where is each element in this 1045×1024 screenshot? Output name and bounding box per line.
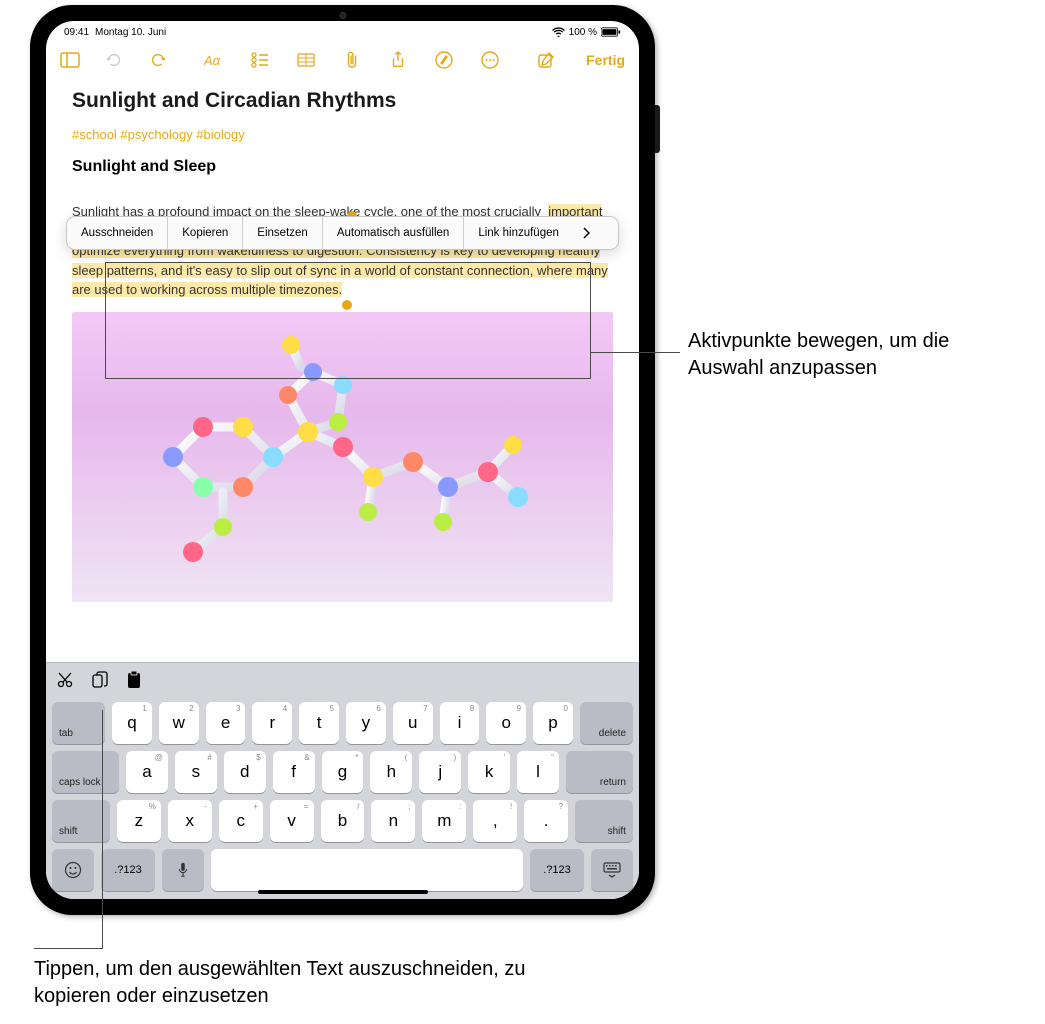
callout-line	[590, 352, 680, 353]
key-h[interactable]: (h	[370, 751, 412, 793]
key-q[interactable]: 1q	[112, 702, 152, 744]
key-,[interactable]: !,	[473, 800, 517, 842]
key-shift-right[interactable]: shift	[575, 800, 633, 842]
key-space[interactable]	[211, 849, 523, 891]
front-camera	[339, 12, 346, 19]
key-c[interactable]: +c	[219, 800, 263, 842]
key-symnum-left[interactable]: .?123	[101, 849, 155, 891]
key-tab[interactable]: tab	[52, 702, 105, 744]
svg-text:Aα: Aα	[204, 53, 221, 68]
key-b[interactable]: /b	[321, 800, 365, 842]
key-j[interactable]: )j	[419, 751, 461, 793]
home-indicator[interactable]	[258, 890, 428, 894]
note-content[interactable]: Sunlight and Circadian Rhythms #school #…	[46, 79, 639, 662]
compose-icon[interactable]	[536, 50, 556, 70]
key-delete[interactable]: delete	[580, 702, 633, 744]
more-icon[interactable]	[480, 50, 500, 70]
key-d[interactable]: $d	[224, 751, 266, 793]
wifi-icon	[552, 27, 565, 37]
battery-text: 100 %	[569, 27, 597, 38]
sidebar-icon[interactable]	[60, 50, 80, 70]
ipad-frame: 09:41 Montag 10. Juni 100 % Aα	[30, 5, 655, 915]
key-r[interactable]: 4r	[252, 702, 292, 744]
battery-icon	[601, 27, 621, 37]
keyboard: tab 1q2w3e4r5t6y7u8i9o0p delete caps loc…	[46, 696, 639, 899]
done-button[interactable]: Fertig	[586, 52, 625, 68]
key-.[interactable]: ?.	[524, 800, 568, 842]
redo-icon[interactable]	[148, 50, 168, 70]
context-autofill[interactable]: Automatisch ausfüllen	[323, 217, 465, 249]
context-more-arrow[interactable]	[573, 217, 599, 249]
status-date: Montag 10. Juni	[95, 27, 166, 38]
callout-line	[590, 262, 591, 378]
key-p[interactable]: 0p	[533, 702, 573, 744]
context-copy[interactable]: Kopieren	[168, 217, 243, 249]
status-time: 09:41	[64, 27, 89, 38]
key-l[interactable]: "l	[517, 751, 559, 793]
key-symnum-right[interactable]: .?123	[530, 849, 584, 891]
callout-line	[105, 262, 106, 378]
key-o[interactable]: 9o	[486, 702, 526, 744]
key-u[interactable]: 7u	[393, 702, 433, 744]
power-button	[655, 105, 660, 153]
callout-line	[34, 948, 103, 949]
context-paste[interactable]: Einsetzen	[243, 217, 323, 249]
status-bar: 09:41 Montag 10. Juni 100 %	[46, 21, 639, 41]
molecule-svg	[113, 327, 573, 587]
share-icon[interactable]	[388, 50, 408, 70]
key-f[interactable]: &f	[273, 751, 315, 793]
note-heading[interactable]: Sunlight and Sleep	[72, 158, 613, 176]
toolbar: Aα Fertig	[46, 41, 639, 79]
key-y[interactable]: 6y	[346, 702, 386, 744]
key-n[interactable]: ;n	[371, 800, 415, 842]
keyboard-row4: .?123 .?123	[52, 849, 633, 891]
note-tags[interactable]: #school #psychology #biology	[72, 127, 613, 142]
key-a[interactable]: @a	[126, 751, 168, 793]
key-dictate[interactable]	[162, 849, 204, 891]
key-dismiss-keyboard[interactable]	[591, 849, 633, 891]
selection-handle-end[interactable]	[342, 300, 352, 310]
screen: 09:41 Montag 10. Juni 100 % Aα	[46, 21, 639, 899]
keyboard-row3: shift %z-x+c=v/b;n:m!,?. shift	[52, 800, 633, 842]
keyboard-row1: tab 1q2w3e4r5t6y7u8i9o0p delete	[52, 702, 633, 744]
key-caps-lock[interactable]: caps lock	[52, 751, 119, 793]
keyboard-row2: caps lock @a#s$d&f*g(h)j'k"l return	[52, 751, 633, 793]
key-e[interactable]: 3e	[206, 702, 246, 744]
callout-line	[105, 262, 591, 263]
key-s[interactable]: #s	[175, 751, 217, 793]
key-return[interactable]: return	[566, 751, 633, 793]
key-i[interactable]: 8i	[440, 702, 480, 744]
markup-icon[interactable]	[434, 50, 454, 70]
context-cut[interactable]: Ausschneiden	[67, 217, 168, 249]
paste-icon[interactable]	[124, 670, 144, 690]
key-w[interactable]: 2w	[159, 702, 199, 744]
note-title[interactable]: Sunlight and Circadian Rhythms	[72, 89, 613, 113]
key-x[interactable]: -x	[168, 800, 212, 842]
callout-selection-handles: Aktivpunkte bewegen, um die Auswahl anzu…	[688, 328, 1018, 382]
molecule-image[interactable]	[72, 312, 613, 602]
callout-line	[102, 710, 103, 948]
context-menu: Ausschneiden Kopieren Einsetzen Automati…	[66, 216, 619, 250]
callout-line	[105, 378, 591, 379]
attachment-icon[interactable]	[342, 50, 362, 70]
callout-cut-copy-paste: Tippen, um den ausgewählten Text auszusc…	[34, 956, 534, 1010]
key-m[interactable]: :m	[422, 800, 466, 842]
context-add-link[interactable]: Link hinzufügen	[464, 217, 573, 249]
keyboard-shortcut-bar	[46, 662, 639, 696]
key-k[interactable]: 'k	[468, 751, 510, 793]
key-g[interactable]: *g	[322, 751, 364, 793]
key-z[interactable]: %z	[117, 800, 161, 842]
key-emoji[interactable]	[52, 849, 94, 891]
text-format-icon[interactable]: Aα	[204, 50, 224, 70]
checklist-icon[interactable]	[250, 50, 270, 70]
cut-icon[interactable]	[56, 670, 76, 690]
copy-icon[interactable]	[90, 670, 110, 690]
table-icon[interactable]	[296, 50, 316, 70]
undo-icon[interactable]	[104, 50, 124, 70]
key-t[interactable]: 5t	[299, 702, 339, 744]
key-v[interactable]: =v	[270, 800, 314, 842]
